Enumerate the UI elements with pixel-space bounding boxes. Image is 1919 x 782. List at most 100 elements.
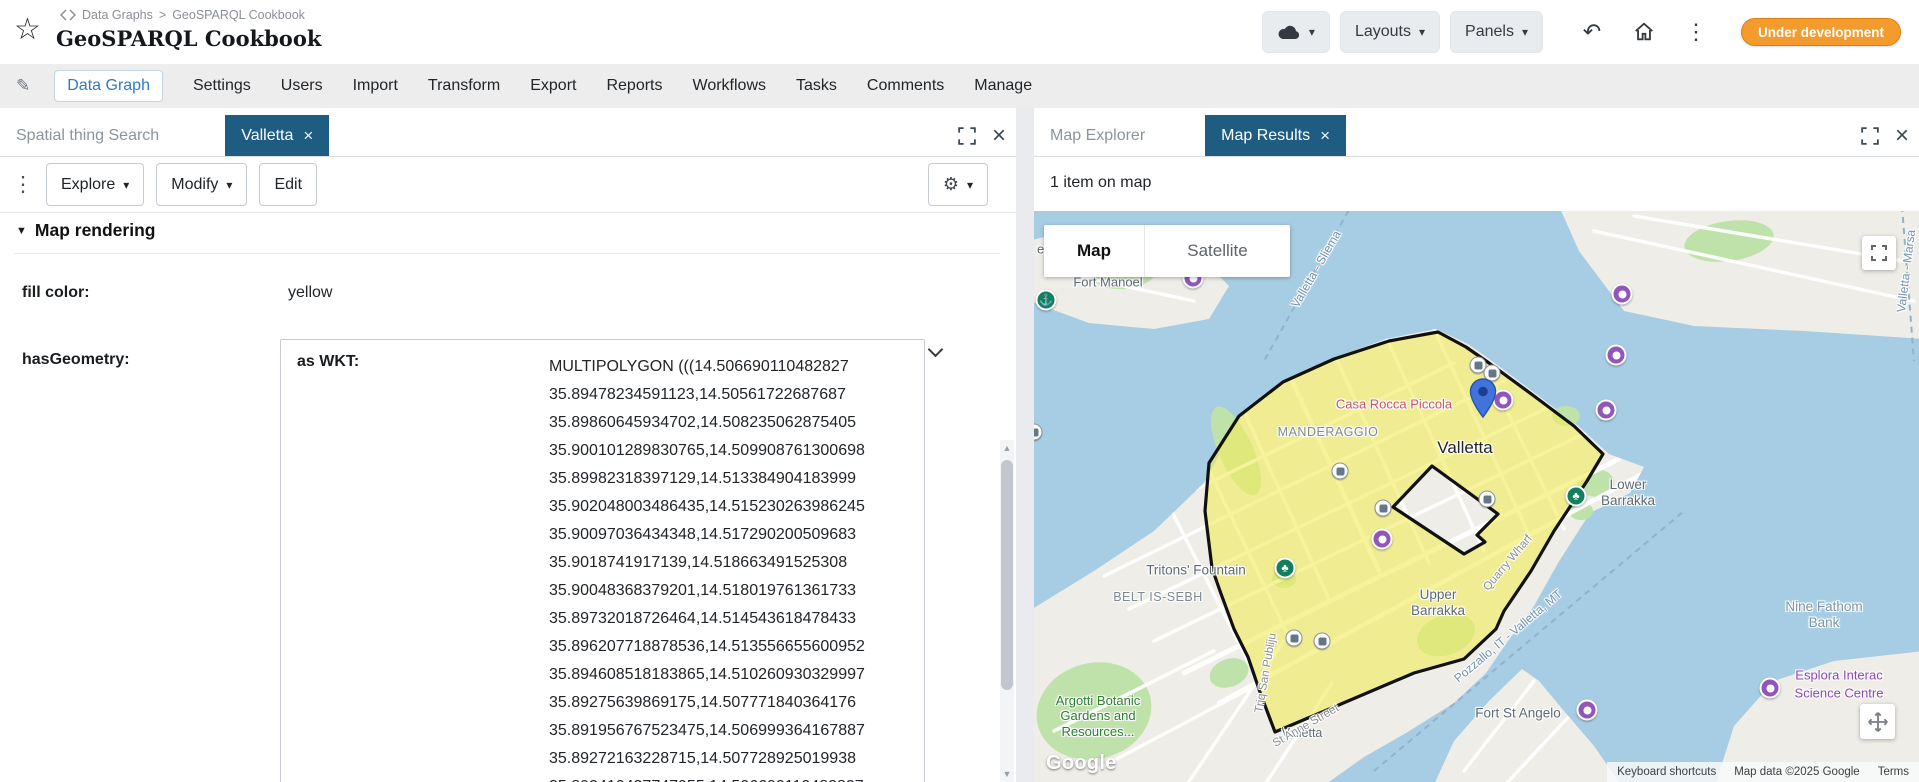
top-header: ☆ Data Graphs > GeoSPARQL Cookbook GeoSP…	[0, 0, 1919, 64]
nav-tab-settings[interactable]: Settings	[193, 77, 251, 95]
pan-arrows-icon	[1867, 711, 1889, 733]
park-icon[interactable]: ♣	[1275, 558, 1296, 579]
right-panel-tabs: Map Explorer Map Results × ×	[1034, 115, 1919, 157]
app-window: ☆ Data Graphs > GeoSPARQL Cookbook GeoSP…	[0, 0, 1919, 782]
wkt-value-box[interactable]: as WKT: MULTIPOLYGON (((14.5066901104828…	[280, 339, 925, 782]
map-type-button-satellite[interactable]: Satellite	[1144, 225, 1290, 277]
scroll-up-arrow-icon[interactable]: ▲	[1000, 443, 1014, 453]
panel-divider[interactable]	[1016, 108, 1034, 782]
nav-tab-users[interactable]: Users	[281, 77, 323, 95]
favorite-star-icon[interactable]: ☆	[14, 14, 41, 46]
transit-stop-icon[interactable]	[1286, 630, 1303, 647]
cloud-menu-button[interactable]: ▾	[1262, 11, 1330, 53]
breadcrumb-root[interactable]: Data Graphs	[82, 8, 153, 22]
close-icon[interactable]: ×	[1320, 126, 1330, 146]
kebab-icon: ⋮	[1685, 19, 1707, 45]
poi-icon[interactable]	[1612, 284, 1633, 305]
edit-button[interactable]: Edit	[259, 163, 317, 206]
park-icon[interactable]: ♣	[1566, 486, 1587, 507]
scroll-down-arrow-icon[interactable]: ▼	[1000, 769, 1014, 779]
settings-gear-button[interactable]: ⚙ ▾	[928, 163, 988, 206]
caret-down-icon: ▾	[1419, 25, 1425, 39]
modify-button[interactable]: Modify ▾	[156, 163, 247, 206]
poi-icon[interactable]	[1596, 400, 1617, 421]
terms-link[interactable]: Terms	[1878, 766, 1909, 778]
nav-tab-comments[interactable]: Comments	[867, 77, 944, 95]
under-development-badge: Under development	[1741, 18, 1901, 46]
map-label-esplora-line2: Science Centre	[1795, 686, 1884, 701]
section-divider	[14, 253, 1000, 254]
map-label-tritons-fountain: Tritons' Fountain	[1146, 563, 1246, 578]
poi-icon-esplora[interactable]	[1760, 678, 1781, 699]
map-type-control: Map Satellite	[1044, 225, 1290, 277]
nav-tab-transform[interactable]: Transform	[428, 77, 500, 95]
home-icon	[1633, 21, 1655, 43]
caret-down-icon: ▾	[226, 178, 232, 192]
nav-tab-export[interactable]: Export	[530, 77, 576, 95]
expand-icon[interactable]	[958, 127, 976, 145]
transit-stop-icon[interactable]	[1332, 463, 1349, 480]
tab-valletta[interactable]: Valletta ×	[225, 115, 329, 156]
kebab-icon[interactable]: ⋮	[12, 172, 34, 197]
undo-button[interactable]: ↶	[1571, 11, 1613, 53]
nav-tab-workflows[interactable]: Workflows	[693, 77, 767, 95]
kebab-menu-button[interactable]: ⋮	[1675, 11, 1717, 53]
layouts-button[interactable]: Layouts ▾	[1340, 11, 1440, 53]
home-button[interactable]	[1623, 11, 1665, 53]
graph-icon	[60, 9, 76, 21]
poi-icon-fort-st-angelo[interactable]	[1577, 700, 1598, 721]
edit-label: Edit	[274, 176, 302, 194]
collapse-triangle-icon: ▼	[16, 225, 27, 237]
poi-icon[interactable]	[1606, 345, 1627, 366]
panels-label: Panels	[1465, 23, 1514, 41]
caret-down-icon: ▾	[967, 178, 973, 192]
main-nav: ✎ Data Graph Settings Users Import Trans…	[0, 64, 1919, 108]
nav-tab-import[interactable]: Import	[353, 77, 398, 95]
breadcrumb-separator: >	[159, 8, 166, 22]
map-label-argotti-gardens: Argotti Botanic Gardens and Resources...	[1050, 693, 1146, 739]
poi-icon-museum[interactable]	[1372, 529, 1393, 550]
ferry-terminal-icon[interactable]: ⚓	[1036, 290, 1057, 311]
nav-tab-data-graph[interactable]: Data Graph	[54, 70, 163, 102]
expand-icon[interactable]	[1861, 127, 1879, 145]
wkt-label: as WKT:	[297, 353, 549, 782]
map-data-text: Map data ©2025 Google	[1734, 766, 1859, 778]
map-label-lower-barrakka: Lower Barrakka	[1592, 477, 1664, 509]
scrollbar-thumb[interactable]	[1001, 460, 1013, 690]
section-map-rendering[interactable]: ▼ Map rendering	[16, 220, 155, 241]
transit-stop-icon[interactable]	[1375, 500, 1392, 517]
pan-control-button[interactable]	[1860, 704, 1895, 739]
close-icon[interactable]: ×	[992, 126, 1006, 146]
panels-button[interactable]: Panels ▾	[1450, 11, 1543, 53]
transit-stop-icon[interactable]	[1314, 633, 1331, 650]
fullscreen-button[interactable]	[1862, 236, 1896, 270]
explore-button[interactable]: Explore ▾	[46, 163, 144, 206]
map-canvas[interactable]: ⚓ ♣ ♣ Fort Manoel MANDERAGGIO Casa Rocca…	[1034, 211, 1919, 782]
tab-valletta-label: Valletta	[241, 127, 293, 145]
undo-icon: ↶	[1583, 19, 1601, 45]
caret-down-icon: ▾	[123, 178, 129, 192]
left-panel-scrollbar[interactable]: ▲ ▼	[1000, 440, 1014, 782]
panel-title-spatial-thing-search[interactable]: Spatial thing Search	[0, 115, 175, 156]
close-icon[interactable]: ×	[303, 126, 313, 146]
status-items-count: 1 item on map	[1050, 174, 1151, 192]
close-icon[interactable]: ×	[1895, 126, 1909, 146]
nav-tab-reports[interactable]: Reports	[606, 77, 662, 95]
keyboard-shortcuts-link[interactable]: Keyboard shortcuts	[1617, 766, 1716, 778]
tab-map-explorer[interactable]: Map Explorer	[1034, 115, 1161, 156]
google-logo[interactable]: Google	[1046, 752, 1117, 775]
tab-map-results[interactable]: Map Results ×	[1205, 115, 1346, 156]
chevron-down-icon[interactable]	[928, 342, 944, 358]
map-marker-pin[interactable]	[1470, 378, 1497, 423]
breadcrumb-current[interactable]: GeoSPARQL Cookbook	[172, 8, 305, 22]
map-type-button-map[interactable]: Map	[1044, 225, 1144, 277]
map-attribution: Keyboard shortcuts Map data ©2025 Google…	[1607, 762, 1919, 782]
nav-tab-tasks[interactable]: Tasks	[796, 77, 837, 95]
edit-pencil-icon[interactable]: ✎	[16, 76, 30, 96]
transit-stop-icon[interactable]	[1479, 491, 1496, 508]
tab-map-results-label: Map Results	[1221, 127, 1310, 145]
gear-icon: ⚙	[943, 174, 959, 195]
breadcrumb: Data Graphs > GeoSPARQL Cookbook	[60, 8, 305, 22]
caret-down-icon: ▾	[1309, 25, 1315, 39]
nav-tab-manage[interactable]: Manage	[974, 77, 1032, 95]
